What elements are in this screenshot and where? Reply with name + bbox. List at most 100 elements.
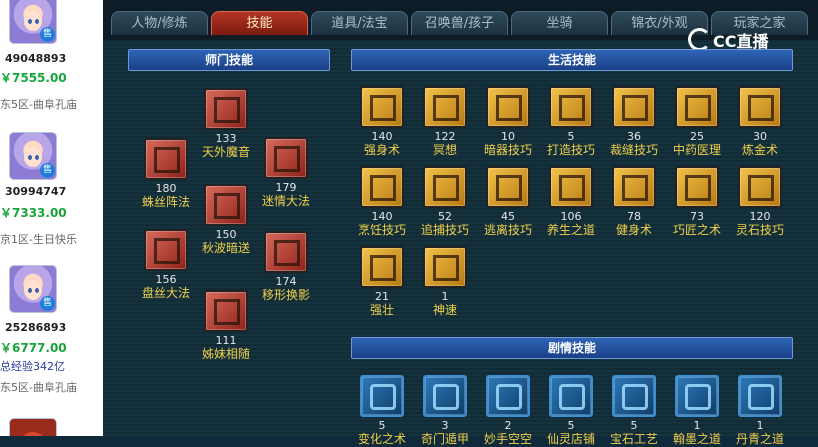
listing-server: 东5区-曲阜孔庙 bbox=[0, 381, 77, 394]
skill-level: 25 bbox=[690, 130, 704, 143]
skill-icon bbox=[549, 86, 593, 128]
life-skill[interactable]: 10 暗器技巧 bbox=[473, 86, 543, 158]
listing-id: 49048893 bbox=[5, 52, 67, 65]
life-skill[interactable]: 5 打造技巧 bbox=[536, 86, 606, 158]
skill-icon bbox=[486, 166, 530, 208]
skill-name: 暗器技巧 bbox=[483, 143, 532, 157]
skill-name: 中药医理 bbox=[672, 143, 721, 157]
skill-icon bbox=[738, 375, 782, 417]
skill-icon bbox=[675, 86, 719, 128]
tab-skills[interactable]: 技能 bbox=[211, 11, 308, 35]
avatar[interactable]: 售 bbox=[9, 265, 57, 313]
skill-level: 5 bbox=[630, 419, 638, 432]
section-story-skills: 剧情技能 bbox=[351, 337, 793, 359]
skill-level: 1 bbox=[756, 419, 764, 432]
master-skill[interactable]: 179 迷情大法 bbox=[251, 137, 321, 209]
skill-icon bbox=[612, 375, 656, 417]
sale-badge: 售 bbox=[40, 163, 55, 178]
skill-level: 78 bbox=[627, 210, 641, 223]
skill-level: 21 bbox=[375, 290, 389, 303]
story-skill[interactable]: 3 奇门遁甲 bbox=[410, 375, 480, 447]
skill-name: 移形换影 bbox=[261, 288, 310, 302]
life-skill[interactable]: 1 神速 bbox=[410, 246, 480, 318]
master-skill[interactable]: 174 移形换影 bbox=[251, 231, 321, 303]
story-skill[interactable]: 1 翰墨之道 bbox=[662, 375, 732, 447]
avatar[interactable] bbox=[9, 418, 57, 436]
skill-name: 姊妹相随 bbox=[201, 347, 250, 361]
life-skill[interactable]: 106 养生之道 bbox=[536, 166, 606, 238]
skill-level: 30 bbox=[753, 130, 767, 143]
life-skill[interactable]: 120 灵石技巧 bbox=[725, 166, 795, 238]
tab-character[interactable]: 人物/修炼 bbox=[111, 11, 208, 35]
story-skill[interactable]: 5 仙灵店铺 bbox=[536, 375, 606, 447]
life-skill[interactable]: 52 追捕技巧 bbox=[410, 166, 480, 238]
section-master-skills: 师门技能 bbox=[128, 49, 330, 71]
life-skill[interactable]: 21 强壮 bbox=[347, 246, 417, 318]
skill-icon bbox=[675, 166, 719, 208]
skill-icon bbox=[612, 86, 656, 128]
skill-level: 52 bbox=[438, 210, 452, 223]
skill-icon bbox=[360, 166, 404, 208]
tab-items[interactable]: 道具/法宝 bbox=[311, 11, 408, 35]
skill-icon bbox=[675, 375, 719, 417]
skill-level: 2 bbox=[504, 419, 512, 432]
skill-name: 迷情大法 bbox=[261, 194, 310, 208]
skill-level: 10 bbox=[501, 130, 515, 143]
master-skill[interactable]: 111 姊妹相随 bbox=[191, 290, 261, 362]
listing-server: 东5区-曲阜孔庙 bbox=[0, 98, 77, 111]
skill-level: 122 bbox=[434, 130, 456, 143]
story-skill[interactable]: 1 丹青之道 bbox=[725, 375, 795, 447]
skill-level: 111 bbox=[215, 334, 237, 347]
story-skill[interactable]: 5 宝石工艺 bbox=[599, 375, 669, 447]
skill-level: 1 bbox=[441, 290, 449, 303]
skill-name: 强壮 bbox=[369, 303, 394, 317]
skill-name: 神速 bbox=[432, 303, 457, 317]
skill-level: 174 bbox=[275, 275, 297, 288]
skill-name: 强身术 bbox=[363, 143, 400, 157]
skill-level: 45 bbox=[501, 210, 515, 223]
skill-level: 5 bbox=[378, 419, 386, 432]
skill-icon bbox=[360, 86, 404, 128]
sale-badge: 售 bbox=[40, 27, 55, 42]
skill-name: 养生之道 bbox=[546, 223, 595, 237]
skill-icon bbox=[264, 231, 308, 273]
listing-id: 30994747 bbox=[5, 185, 67, 198]
life-skill[interactable]: 25 中药医理 bbox=[662, 86, 732, 158]
skill-level: 106 bbox=[560, 210, 582, 223]
tab-pets[interactable]: 召唤兽/孩子 bbox=[411, 11, 508, 35]
listing-exp: 总经验342亿 bbox=[0, 360, 65, 373]
skill-icon bbox=[360, 246, 404, 288]
life-skill[interactable]: 78 健身术 bbox=[599, 166, 669, 238]
skill-icon bbox=[423, 86, 467, 128]
story-skill[interactable]: 5 变化之术 bbox=[347, 375, 417, 447]
skill-name: 巧匠之术 bbox=[672, 223, 721, 237]
skill-icon bbox=[423, 375, 467, 417]
skill-icon bbox=[738, 86, 782, 128]
life-skill[interactable]: 30 炼金术 bbox=[725, 86, 795, 158]
life-skill[interactable]: 73 巧匠之术 bbox=[662, 166, 732, 238]
listing-server: 京1区-生日快乐 bbox=[0, 233, 77, 246]
avatar[interactable]: 售 bbox=[9, 0, 57, 44]
skill-level: 120 bbox=[749, 210, 771, 223]
skill-name: 追捕技巧 bbox=[420, 223, 469, 237]
skill-icon bbox=[204, 184, 248, 226]
skill-name: 灵石技巧 bbox=[735, 223, 784, 237]
listing-price: ￥7333.00 bbox=[0, 206, 67, 220]
life-skill[interactable]: 45 逃离技巧 bbox=[473, 166, 543, 238]
life-skill[interactable]: 36 裁缝技巧 bbox=[599, 86, 669, 158]
skill-level: 3 bbox=[441, 419, 449, 432]
cc-logo-icon bbox=[688, 28, 711, 51]
avatar[interactable]: 售 bbox=[9, 132, 57, 180]
skill-name: 打造技巧 bbox=[546, 143, 595, 157]
skill-icon bbox=[423, 246, 467, 288]
skill-level: 5 bbox=[567, 130, 575, 143]
skill-name: 奇门遁甲 bbox=[420, 432, 469, 446]
life-skill[interactable]: 140 烹饪技巧 bbox=[347, 166, 417, 238]
skill-name: 健身术 bbox=[615, 223, 652, 237]
story-skill[interactable]: 2 妙手空空 bbox=[473, 375, 543, 447]
skill-name: 冥想 bbox=[432, 143, 457, 157]
life-skill[interactable]: 140 强身术 bbox=[347, 86, 417, 158]
tab-mounts[interactable]: 坐骑 bbox=[511, 11, 608, 35]
life-skill[interactable]: 122 冥想 bbox=[410, 86, 480, 158]
sale-badge: 售 bbox=[40, 296, 55, 311]
